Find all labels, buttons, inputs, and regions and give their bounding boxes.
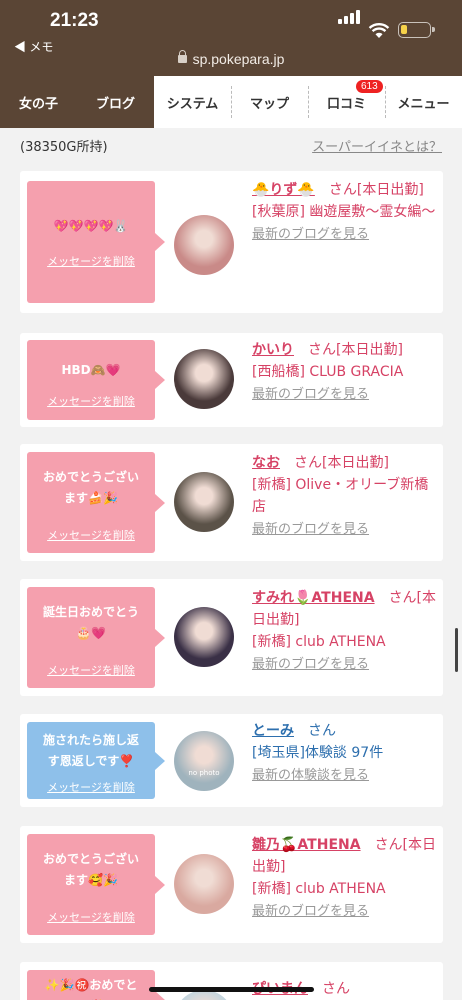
cast-info: 🐣りず🐣 さん[本日出勤] [秋葉原] 幽遊屋敷〜霊女編〜 最新のブログを見る — [252, 179, 438, 246]
cast-status: さん — [308, 723, 336, 739]
message-text: HBD🙈💗 — [27, 360, 155, 381]
lock-icon — [177, 50, 187, 63]
super-like-info-link[interactable]: スーパーイイネとは？ — [312, 136, 442, 155]
battery-icon — [398, 22, 435, 38]
cast-info: なお さん[本日出勤] [新橋] Olive・オリーブ新橋店最新のブログを見る — [252, 452, 438, 541]
cast-status: さん — [322, 981, 350, 997]
latest-blog-link[interactable]: 最新のブログを見る — [252, 657, 369, 672]
points-balance: (38350G所持) — [20, 140, 108, 155]
cast-info: すみれ🌷ATHENA さん[本日出勤] [新橋] club ATHENA 最新のブロ… — [252, 587, 438, 676]
url-text: sp.pokepara.jp — [192, 51, 285, 67]
message-card: 施されたら施し返 す恩返しです❣️ メッセージを削除 no photo とーみ さん [埼… — [20, 714, 443, 807]
avatar[interactable] — [174, 472, 234, 532]
main-nav: 女の子 ブログ システム マップ 口コミ 613 メニュー — [0, 76, 462, 128]
wifi-icon — [368, 23, 390, 38]
avatar[interactable] — [174, 349, 234, 409]
nav-blog[interactable]: ブログ — [77, 76, 154, 128]
avatar[interactable] — [174, 215, 234, 275]
nav-menu[interactable]: メニュー — [385, 76, 462, 128]
nav-system[interactable]: システム — [154, 76, 231, 128]
delete-message-link[interactable]: メッセージを削除 — [27, 909, 155, 925]
latest-blog-link[interactable]: 最新の体験談を見る — [252, 768, 369, 783]
nav-label: ブログ — [95, 96, 135, 112]
shop-area: [新橋] Olive・オリーブ新橋店 — [252, 477, 429, 515]
delete-message-link[interactable]: メッセージを削除 — [27, 779, 155, 795]
avatar[interactable] — [174, 854, 234, 914]
avatar[interactable]: no photo — [174, 731, 234, 791]
nav-label: 口コミ — [326, 96, 366, 112]
message-text: おめでとうござい ます🥰🎉 — [27, 849, 155, 891]
cast-status: さん[本日出勤] — [308, 342, 403, 358]
message-line: HBD🙈💗 — [61, 363, 121, 377]
message-line: 💖💖💖💖🐰 — [53, 219, 129, 233]
message-card: 💖💖💖💖🐰 メッセージを削除 🐣りず🐣 さん[本日出勤] [秋葉原] 幽遊屋敷〜霊女編… — [20, 171, 443, 313]
message-line: 誕生日おめでとう — [42, 605, 139, 619]
cast-info: かいり さん[本日出勤] [西船橋] CLUB GRACIA 最新のブログを見る — [252, 339, 438, 406]
avatar[interactable] — [174, 607, 234, 667]
shop-area: [西船橋] CLUB GRACIA — [252, 364, 404, 380]
message-line: おめでとうござい — [42, 852, 139, 866]
shop-area: [新橋] club ATHENA — [252, 634, 386, 650]
no-photo-label: no photo — [188, 769, 220, 777]
message-line: ます🥰🎉 — [64, 873, 118, 887]
cast-name-link[interactable]: かいり — [252, 342, 294, 358]
nav-label: 女の子 — [18, 96, 58, 112]
message-bubble: おめでとうござい ます🥰🎉 メッセージを削除 — [27, 834, 165, 935]
latest-blog-link[interactable]: 最新のブログを見る — [252, 227, 369, 242]
message-text: 💖💖💖💖🐰 — [27, 216, 155, 237]
message-bubble: 💖💖💖💖🐰 メッセージを削除 — [27, 181, 165, 303]
home-indicator[interactable] — [149, 987, 314, 992]
url-bar[interactable]: sp.pokepara.jp — [0, 50, 462, 67]
message-text: 誕生日おめでとう 🎂💗 — [27, 602, 155, 644]
message-card: おめでとうござい ます🥰🎉 メッセージを削除 雛乃🍒ATHENA さん[本日出勤] [新… — [20, 826, 443, 943]
message-bubble: 施されたら施し返 す恩返しです❣️ メッセージを削除 — [27, 722, 165, 799]
latest-blog-link[interactable]: 最新のブログを見る — [252, 522, 369, 537]
delete-message-link[interactable]: メッセージを削除 — [27, 527, 155, 543]
cast-status: さん[本日出勤] — [328, 182, 424, 198]
scrollbar[interactable] — [455, 628, 458, 672]
message-card: HBD🙈💗 メッセージを削除 かいり さん[本日出勤] [西船橋] CLUB GRAC… — [20, 333, 443, 427]
nav-map[interactable]: マップ — [231, 76, 308, 128]
cast-name-link[interactable]: 🐣りず🐣 — [252, 182, 315, 198]
message-line: ✨🎉㊗️おめでと — [44, 978, 138, 992]
nav-label: マップ — [249, 96, 289, 112]
message-card: おめでとうござい ます🍰🎉 メッセージを削除 なお さん[本日出勤] [新橋] Oliv… — [20, 444, 443, 561]
delete-message-link[interactable]: メッセージを削除 — [27, 253, 155, 269]
delete-message-link[interactable]: メッセージを削除 — [27, 393, 155, 409]
shop-area: [埼玉県]体験談 97件 — [252, 745, 384, 761]
nav-label: システム — [166, 96, 219, 112]
message-card: ✨🎉㊗️おめでとう🎉ぴいまん さん — [20, 962, 443, 1000]
cast-name-link[interactable]: なお — [252, 455, 280, 471]
message-bubble: ✨🎉㊗️おめでとう🎉 — [27, 970, 165, 1000]
delete-message-link[interactable]: メッセージを削除 — [27, 662, 155, 678]
clock: 21:23 — [50, 10, 99, 31]
latest-blog-link[interactable]: 最新のブログを見る — [252, 387, 369, 402]
message-text: ✨🎉㊗️おめでとう🎉 — [27, 975, 155, 1000]
message-text: おめでとうござい ます🍰🎉 — [27, 467, 155, 509]
message-bubble: HBD🙈💗 メッセージを削除 — [27, 340, 165, 420]
cast-info: とーみ さん [埼玉県]体験談 97件 最新の体験談を見る — [252, 720, 438, 787]
message-card: 誕生日おめでとう 🎂💗 メッセージを削除 すみれ🌷ATHENA さん[本日出勤] [新橋… — [20, 579, 443, 696]
cast-name-link[interactable]: すみれ🌷ATHENA — [252, 590, 375, 606]
message-line: 🎂💗 — [76, 626, 106, 640]
nav-label: メニュー — [397, 96, 450, 112]
shop-area: [秋葉原] 幽遊屋敷〜霊女編〜 — [252, 204, 436, 220]
cast-name-link[interactable]: 雛乃🍒ATHENA — [252, 837, 361, 853]
message-text: 施されたら施し返 す恩返しです❣️ — [27, 730, 155, 772]
message-bubble: 誕生日おめでとう 🎂💗 メッセージを削除 — [27, 587, 165, 688]
message-line: す恩返しです❣️ — [47, 754, 135, 768]
cast-name-link[interactable]: とーみ — [252, 723, 294, 739]
cast-status: さん[本日出勤] — [294, 455, 389, 471]
nav-reviews[interactable]: 口コミ 613 — [308, 76, 385, 128]
message-line: 施されたら施し返 — [42, 733, 139, 747]
shop-area: [新橋] club ATHENA — [252, 881, 386, 897]
cast-info: 雛乃🍒ATHENA さん[本日出勤] [新橋] club ATHENA 最新のブログ… — [252, 834, 438, 923]
message-line: ます🍰🎉 — [64, 491, 118, 505]
nav-girls[interactable]: 女の子 — [0, 76, 77, 128]
message-bubble: おめでとうござい ます🍰🎉 メッセージを削除 — [27, 452, 165, 553]
review-count-badge: 613 — [356, 80, 383, 93]
status-bar: 21:23 ◀ メモ sp.pokepara.jp — [0, 0, 462, 76]
latest-blog-link[interactable]: 最新のブログを見る — [252, 904, 369, 919]
message-line: おめでとうござい — [42, 470, 139, 484]
